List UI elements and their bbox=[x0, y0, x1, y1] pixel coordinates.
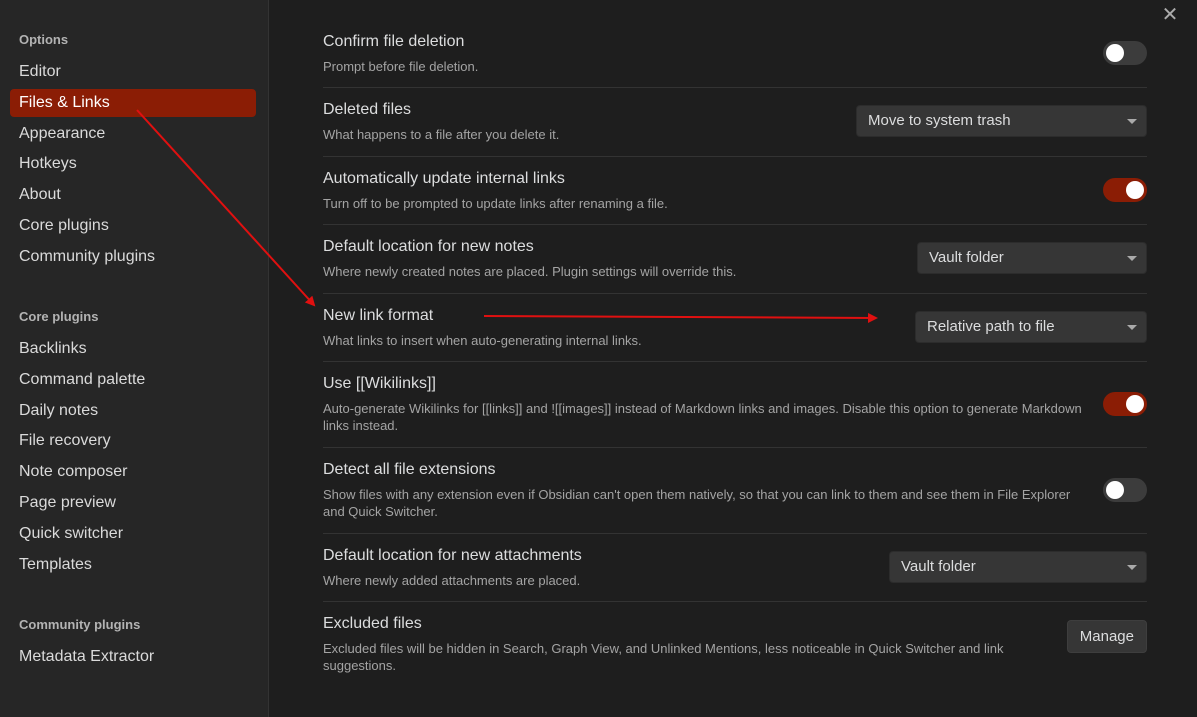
sidebar-item-hotkeys[interactable]: Hotkeys bbox=[10, 150, 256, 178]
setting-name: Default location for new attachments bbox=[323, 547, 582, 564]
new-link-format-dropdown[interactable]: Relative path to file bbox=[915, 311, 1147, 343]
setting-name: Detect all file extensions bbox=[323, 461, 496, 478]
setting-name: New link format bbox=[323, 307, 434, 324]
chevron-down-icon bbox=[1127, 256, 1137, 261]
default-note-location-dropdown[interactable]: Vault folder bbox=[917, 242, 1147, 274]
auto-update-links-toggle[interactable] bbox=[1103, 178, 1147, 202]
setting-description: What links to insert when auto-generatin… bbox=[323, 333, 642, 348]
setting-description: Show files with any extension even if Ob… bbox=[323, 487, 1071, 519]
deleted-files-dropdown[interactable]: Move to system trash bbox=[856, 105, 1147, 137]
sidebar-item-editor[interactable]: Editor bbox=[10, 58, 256, 86]
chevron-down-icon bbox=[1127, 565, 1137, 570]
setting-new-link-format: New link format What links to insert whe… bbox=[323, 294, 1147, 362]
setting-description: Excluded files will be hidden in Search,… bbox=[323, 641, 1004, 673]
setting-description: What happens to a file after you delete … bbox=[323, 127, 560, 142]
sidebar-item-command-palette[interactable]: Command palette bbox=[10, 366, 256, 394]
detect-file-extensions-toggle[interactable] bbox=[1103, 478, 1147, 502]
manage-excluded-files-button[interactable]: Manage bbox=[1066, 620, 1147, 653]
sidebar-item-core-plugins[interactable]: Core plugins bbox=[10, 212, 256, 240]
settings-sidebar: Options Editor Files & Links Appearance … bbox=[0, 0, 269, 717]
close-icon[interactable]: ✕ bbox=[1160, 5, 1180, 25]
setting-detect-file-extensions: Detect all file extensions Show files wi… bbox=[323, 448, 1147, 534]
setting-excluded-files: Excluded files Excluded files will be hi… bbox=[323, 602, 1147, 688]
setting-description: Turn off to be prompted to update links … bbox=[323, 196, 668, 211]
setting-name: Confirm file deletion bbox=[323, 33, 465, 50]
setting-default-attachment-location: Default location for new attachments Whe… bbox=[323, 534, 1147, 602]
use-wikilinks-toggle[interactable] bbox=[1103, 392, 1147, 416]
setting-description: Where newly added attachments are placed… bbox=[323, 573, 581, 588]
dropdown-value: Vault folder bbox=[929, 249, 1004, 266]
sidebar-item-file-recovery[interactable]: File recovery bbox=[10, 427, 256, 455]
core-plugins-group: Core plugins Backlinks Command palette D… bbox=[0, 306, 269, 581]
setting-description: Where newly created notes are placed. Pl… bbox=[323, 264, 737, 279]
sidebar-item-note-composer[interactable]: Note composer bbox=[10, 458, 256, 486]
sidebar-item-metadata-extractor[interactable]: Metadata Extractor bbox=[10, 643, 256, 671]
setting-name: Default location for new notes bbox=[323, 238, 534, 255]
sidebar-item-community-plugins[interactable]: Community plugins bbox=[10, 243, 256, 271]
chevron-down-icon bbox=[1127, 325, 1137, 330]
setting-name: Excluded files bbox=[323, 615, 422, 632]
community-plugins-group: Community plugins Metadata Extractor bbox=[0, 614, 269, 674]
setting-description: Auto-generate Wikilinks for [[links]] an… bbox=[323, 401, 1082, 433]
sidebar-item-page-preview[interactable]: Page preview bbox=[10, 489, 256, 517]
settings-content: Confirm file deletion Prompt before file… bbox=[323, 23, 1147, 688]
sidebar-item-daily-notes[interactable]: Daily notes bbox=[10, 397, 256, 425]
dropdown-value: Move to system trash bbox=[868, 112, 1011, 129]
sidebar-item-about[interactable]: About bbox=[10, 181, 256, 209]
dropdown-value: Vault folder bbox=[901, 558, 976, 575]
core-plugins-heading: Core plugins bbox=[19, 309, 99, 324]
setting-name: Deleted files bbox=[323, 101, 412, 118]
setting-name: Automatically update internal links bbox=[323, 170, 565, 187]
setting-use-wikilinks: Use [[Wikilinks]] Auto-generate Wikilink… bbox=[323, 362, 1147, 448]
sidebar-item-templates[interactable]: Templates bbox=[10, 551, 256, 579]
options-heading: Options bbox=[19, 32, 69, 47]
toggle-knob bbox=[1106, 481, 1124, 499]
toggle-knob bbox=[1126, 395, 1144, 413]
dropdown-value: Relative path to file bbox=[927, 318, 1055, 335]
options-group: Options Editor Files & Links Appearance … bbox=[0, 29, 269, 274]
setting-description: Prompt before file deletion. bbox=[323, 59, 479, 74]
setting-confirm-file-deletion: Confirm file deletion Prompt before file… bbox=[323, 23, 1147, 88]
sidebar-item-backlinks[interactable]: Backlinks bbox=[10, 335, 256, 363]
sidebar-item-files-links[interactable]: Files & Links bbox=[10, 88, 256, 117]
default-attachment-location-dropdown[interactable]: Vault folder bbox=[889, 551, 1147, 583]
setting-deleted-files: Deleted files What happens to a file aft… bbox=[323, 88, 1147, 157]
sidebar-item-quick-switcher[interactable]: Quick switcher bbox=[10, 520, 256, 548]
confirm-file-deletion-toggle[interactable] bbox=[1103, 41, 1147, 65]
setting-default-note-location: Default location for new notes Where new… bbox=[323, 225, 1147, 294]
sidebar-item-appearance[interactable]: Appearance bbox=[10, 120, 256, 148]
toggle-knob bbox=[1126, 181, 1144, 199]
setting-name: Use [[Wikilinks]] bbox=[323, 375, 436, 392]
toggle-knob bbox=[1106, 44, 1124, 62]
chevron-down-icon bbox=[1127, 119, 1137, 124]
community-plugins-heading: Community plugins bbox=[19, 617, 141, 632]
setting-auto-update-links: Automatically update internal links Turn… bbox=[323, 157, 1147, 225]
